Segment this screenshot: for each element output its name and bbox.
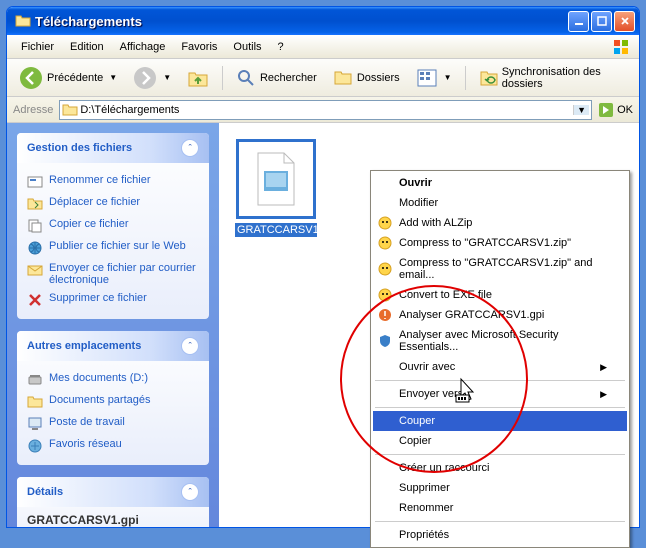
sync-label: Synchronisation des dossiers [502, 66, 627, 90]
maximize-button[interactable] [591, 11, 612, 32]
places-panel-header[interactable]: Autres emplacements ˆ [17, 331, 209, 361]
place-mydocs[interactable]: Mes documents (D:) [27, 369, 199, 391]
task-delete[interactable]: Supprimer ce fichier [27, 289, 199, 311]
details-panel: Détails ˆ GRATCCARSV1.gpi Fichier GPI [17, 477, 209, 527]
context-item[interactable]: Envoyer vers▶ [373, 384, 627, 404]
dropdown-icon: ▼ [163, 73, 171, 82]
place-computer[interactable]: Poste de travail [27, 413, 199, 435]
context-item[interactable]: Couper [373, 411, 627, 431]
back-label: Précédente [47, 72, 103, 84]
chevron-up-icon: ˆ [181, 139, 199, 157]
windows-flag-icon [609, 37, 633, 57]
alzip-icon [377, 235, 393, 251]
go-button[interactable]: OK [598, 102, 633, 118]
file-name-label: GRATCCARSV1.g [235, 223, 317, 237]
window-title: Téléchargements [35, 14, 568, 29]
menubar: Fichier Edition Affichage Favoris Outils… [7, 35, 639, 59]
context-separator [375, 454, 625, 455]
context-item[interactable]: Propriétés [373, 525, 627, 545]
sync-button[interactable]: Synchronisation des dossiers [472, 63, 633, 93]
task-copy[interactable]: Copier ce fichier [27, 215, 199, 237]
search-button[interactable]: Rechercher [230, 65, 323, 91]
menu-help[interactable]: ? [270, 38, 292, 56]
context-item[interactable]: Supprimer [373, 478, 627, 498]
folders-button[interactable]: Dossiers [327, 65, 406, 91]
place-shared[interactable]: Documents partagés [27, 391, 199, 413]
dropdown-icon: ▼ [444, 73, 452, 82]
context-item[interactable]: Copier [373, 431, 627, 451]
folders-label: Dossiers [357, 72, 400, 84]
context-item[interactable]: Modifier [373, 193, 627, 213]
address-path: D:\Téléchargements [78, 104, 573, 116]
context-item[interactable]: Convert to EXE file [373, 285, 627, 305]
context-separator [375, 407, 625, 408]
mse-icon [377, 333, 393, 349]
submenu-arrow-icon: ▶ [600, 362, 607, 373]
detail-filename: GRATCCARSV1.gpi [17, 507, 209, 527]
toolbar: Précédente ▼ ▼ Rechercher Dossiers ▼ Syn… [7, 59, 639, 97]
context-item[interactable]: Analyser GRATCCARSV1.gpi [373, 305, 627, 325]
alzip-icon [377, 287, 393, 303]
dropdown-icon[interactable]: ▼ [573, 105, 589, 115]
task-move[interactable]: Déplacer ce fichier [27, 193, 199, 215]
file-item[interactable]: GRATCCARSV1.g [235, 139, 317, 237]
up-button[interactable] [181, 64, 215, 92]
chevron-up-icon: ˆ [181, 483, 199, 501]
context-separator [375, 521, 625, 522]
av-icon [377, 307, 393, 323]
context-item[interactable]: Analyser avec Microsoft Security Essenti… [373, 325, 627, 357]
context-item[interactable]: Add with ALZip [373, 213, 627, 233]
address-input[interactable]: D:\Téléchargements ▼ [59, 100, 592, 120]
search-label: Rechercher [260, 72, 317, 84]
views-button[interactable]: ▼ [410, 65, 458, 91]
place-network[interactable]: Favoris réseau [27, 435, 199, 457]
menu-fichier[interactable]: Fichier [13, 38, 62, 56]
context-separator [375, 380, 625, 381]
submenu-arrow-icon: ▶ [600, 389, 607, 400]
folder-icon [62, 102, 78, 118]
menu-favoris[interactable]: Favoris [173, 38, 225, 56]
context-item[interactable]: Créer un raccourci [373, 458, 627, 478]
menu-outils[interactable]: Outils [225, 38, 269, 56]
details-panel-header[interactable]: Détails ˆ [17, 477, 209, 507]
context-item[interactable]: Ouvrir avec▶ [373, 357, 627, 377]
minimize-button[interactable] [568, 11, 589, 32]
folder-icon [15, 13, 31, 29]
context-item[interactable]: Compress to "GRATCCARSV1.zip" and email.… [373, 253, 627, 285]
back-button[interactable]: Précédente ▼ [13, 63, 123, 93]
alzip-icon [377, 261, 393, 277]
context-item[interactable]: Compress to "GRATCCARSV1.zip" [373, 233, 627, 253]
places-panel: Autres emplacements ˆ Mes documents (D:)… [17, 331, 209, 465]
task-publish[interactable]: Publier ce fichier sur le Web [27, 237, 199, 259]
close-button[interactable] [614, 11, 635, 32]
tasks-panel: Gestion des fichiers ˆ Renommer ce fichi… [17, 133, 209, 319]
sidebar: Gestion des fichiers ˆ Renommer ce fichi… [7, 123, 219, 527]
file-thumbnail [236, 139, 316, 219]
menu-edition[interactable]: Edition [62, 38, 112, 56]
task-rename[interactable]: Renommer ce fichier [27, 171, 199, 193]
tasks-panel-header[interactable]: Gestion des fichiers ˆ [17, 133, 209, 163]
task-email[interactable]: Envoyer ce fichier par courrier électron… [27, 259, 199, 289]
menu-affichage[interactable]: Affichage [112, 38, 174, 56]
dropdown-icon: ▼ [109, 73, 117, 82]
context-item[interactable]: Ouvrir [373, 173, 627, 193]
forward-button[interactable]: ▼ [127, 63, 177, 93]
context-menu: OuvrirModifierAdd with ALZipCompress to … [370, 170, 630, 548]
alzip-icon [377, 215, 393, 231]
titlebar[interactable]: Téléchargements [7, 7, 639, 35]
address-bar: Adresse D:\Téléchargements ▼ OK [7, 97, 639, 123]
address-label: Adresse [13, 104, 53, 116]
context-item[interactable]: Renommer [373, 498, 627, 518]
chevron-up-icon: ˆ [181, 337, 199, 355]
